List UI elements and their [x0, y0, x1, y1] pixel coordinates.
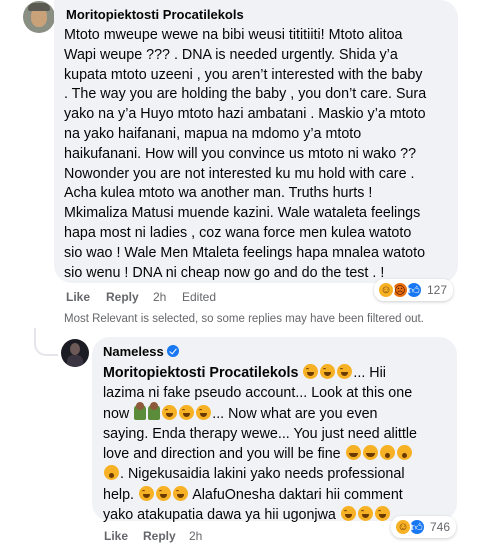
laughing-emoji-icon	[303, 364, 319, 379]
reply-line: lazima ni fake pseudo account... Look at…	[103, 385, 413, 402]
comment-line: na yako haifanani, mapua na mdomo y’a mt…	[64, 125, 362, 142]
reply-author-row: Nameless	[103, 343, 446, 360]
reaction-summary[interactable]: ☺ 👍︎ 746	[391, 516, 457, 538]
avatar-hat	[28, 3, 50, 11]
grinning-emoji-icon	[345, 445, 361, 461]
reply-author[interactable]: Nameless	[103, 344, 164, 359]
reply-text: Moritopiektosti Procatilekols ... Hii la…	[103, 363, 446, 525]
haha-icon: ☺	[377, 281, 395, 299]
reaction-count: 746	[430, 520, 451, 534]
laughing-emoji-icon	[320, 364, 336, 379]
reaction-count: 127	[427, 283, 448, 297]
laughing-emoji-icon	[173, 485, 188, 501]
reply-text-fragment: ... Hii	[353, 365, 386, 381]
comment-line: Mkimaliza Matusi muende kazini. Wale wat…	[64, 205, 421, 222]
laughing-emoji-icon	[156, 485, 171, 501]
laughing-emoji-icon	[196, 404, 212, 420]
person-emoji-icon	[134, 401, 147, 420]
comment-text: Mtoto mweupe wewe na bibi weusi tititiit…	[64, 26, 448, 283]
comment-line: hapa most ni ladies , coz wana force men…	[64, 224, 412, 241]
shocked-emoji-icon	[379, 445, 395, 461]
comment-actions: Like Reply 2h Edited	[66, 290, 216, 304]
filter-notice: Most Relevant is selected, so some repli…	[64, 313, 424, 325]
mention-link[interactable]: Moritopiektosti Procatilekols	[103, 365, 298, 381]
reaction-summary[interactable]: ☺ ☹ 👍︎ 127	[374, 279, 454, 301]
comment-line: haikufanani. How will you convince us mt…	[64, 145, 417, 162]
reply-text-fragment: help.	[103, 486, 135, 503]
reply-text-fragment: yako atakupatia dawa ya hii ugonjwa	[103, 507, 336, 524]
comment-line: Wapi weupe ??? . DNA is needed urgently.…	[64, 46, 398, 63]
thread-connector	[34, 328, 58, 356]
like-button[interactable]: Like	[66, 290, 106, 304]
reply-button[interactable]: Reply	[106, 290, 153, 304]
shocked-emoji-icon	[396, 445, 412, 461]
reply-timestamp[interactable]: 2h	[189, 529, 202, 543]
avatar[interactable]	[61, 339, 89, 367]
reply-text-fragment: AlafuOnesha daktari hii comment	[192, 486, 403, 503]
avatar-body	[67, 355, 83, 367]
reply-line: love and direction and you will be fine	[103, 444, 446, 464]
reply-actions: Like Reply 2h	[104, 529, 202, 543]
comment-author[interactable]: Moritopiektosti Procatilekols	[66, 6, 448, 23]
laughing-emoji-icon	[340, 506, 356, 522]
grinning-emoji-icon	[362, 445, 378, 461]
reply-text-fragment: ... Now what are you even	[212, 405, 378, 422]
laughing-emoji-icon	[139, 485, 154, 501]
reply-bubble: Nameless Moritopiektosti Procatilekols .…	[92, 337, 457, 523]
reply-line: saying. Enda therapy wewe... You just ne…	[103, 425, 417, 442]
comment-line: sio wao ! Wale Men Mtaleta feelings hapa…	[64, 244, 426, 261]
comment-timestamp[interactable]: 2h	[153, 290, 182, 304]
reply-line: Moritopiektosti Procatilekols ... Hii	[103, 363, 446, 383]
laughing-emoji-icon	[162, 404, 178, 420]
avatar[interactable]	[23, 1, 55, 33]
laughing-emoji-icon	[374, 506, 390, 522]
laughing-emoji-icon	[357, 506, 373, 522]
comment-line: Acha kulea mtoto wa another man. Truths …	[64, 185, 373, 202]
shocked-emoji-icon	[104, 465, 119, 481]
laughing-emoji-icon	[179, 404, 195, 420]
reply-line: . Nigekusaidia lakini yako needs profess…	[103, 464, 446, 484]
comment-line: yako na y’a Huyo mtoto hazi ambatani . M…	[64, 106, 426, 123]
comment-bubble: Moritopiektosti Procatilekols Mtoto mweu…	[54, 0, 458, 283]
comment-line: Nowonder you are not interested ku mu ho…	[64, 165, 415, 182]
verified-badge-icon	[167, 345, 180, 357]
reply-text-fragment: love and direction and you will be fine	[103, 446, 341, 463]
comment-line: kupata mtoto uzeeni , you aren’t interes…	[64, 66, 423, 83]
reply-line: help. AlafuOnesha daktari hii comment	[103, 485, 446, 505]
reply-text-fragment: . Nigekusaidia lakini yako needs profess…	[120, 466, 405, 483]
reply-line: now ... Now what are you even	[103, 401, 446, 424]
like-button[interactable]: Like	[104, 529, 143, 543]
edited-label[interactable]: Edited	[182, 290, 216, 304]
reply-button[interactable]: Reply	[143, 529, 189, 543]
avatar-figure	[70, 343, 80, 355]
comment-line: . The way you are holding the baby , you…	[64, 86, 427, 103]
person-emoji-icon	[148, 401, 161, 420]
comment-line: Mtoto mweupe wewe na bibi weusi tititiit…	[64, 27, 403, 43]
haha-icon: ☺	[394, 518, 412, 536]
laughing-emoji-icon	[337, 364, 353, 379]
reply-text-fragment: now	[103, 405, 130, 422]
